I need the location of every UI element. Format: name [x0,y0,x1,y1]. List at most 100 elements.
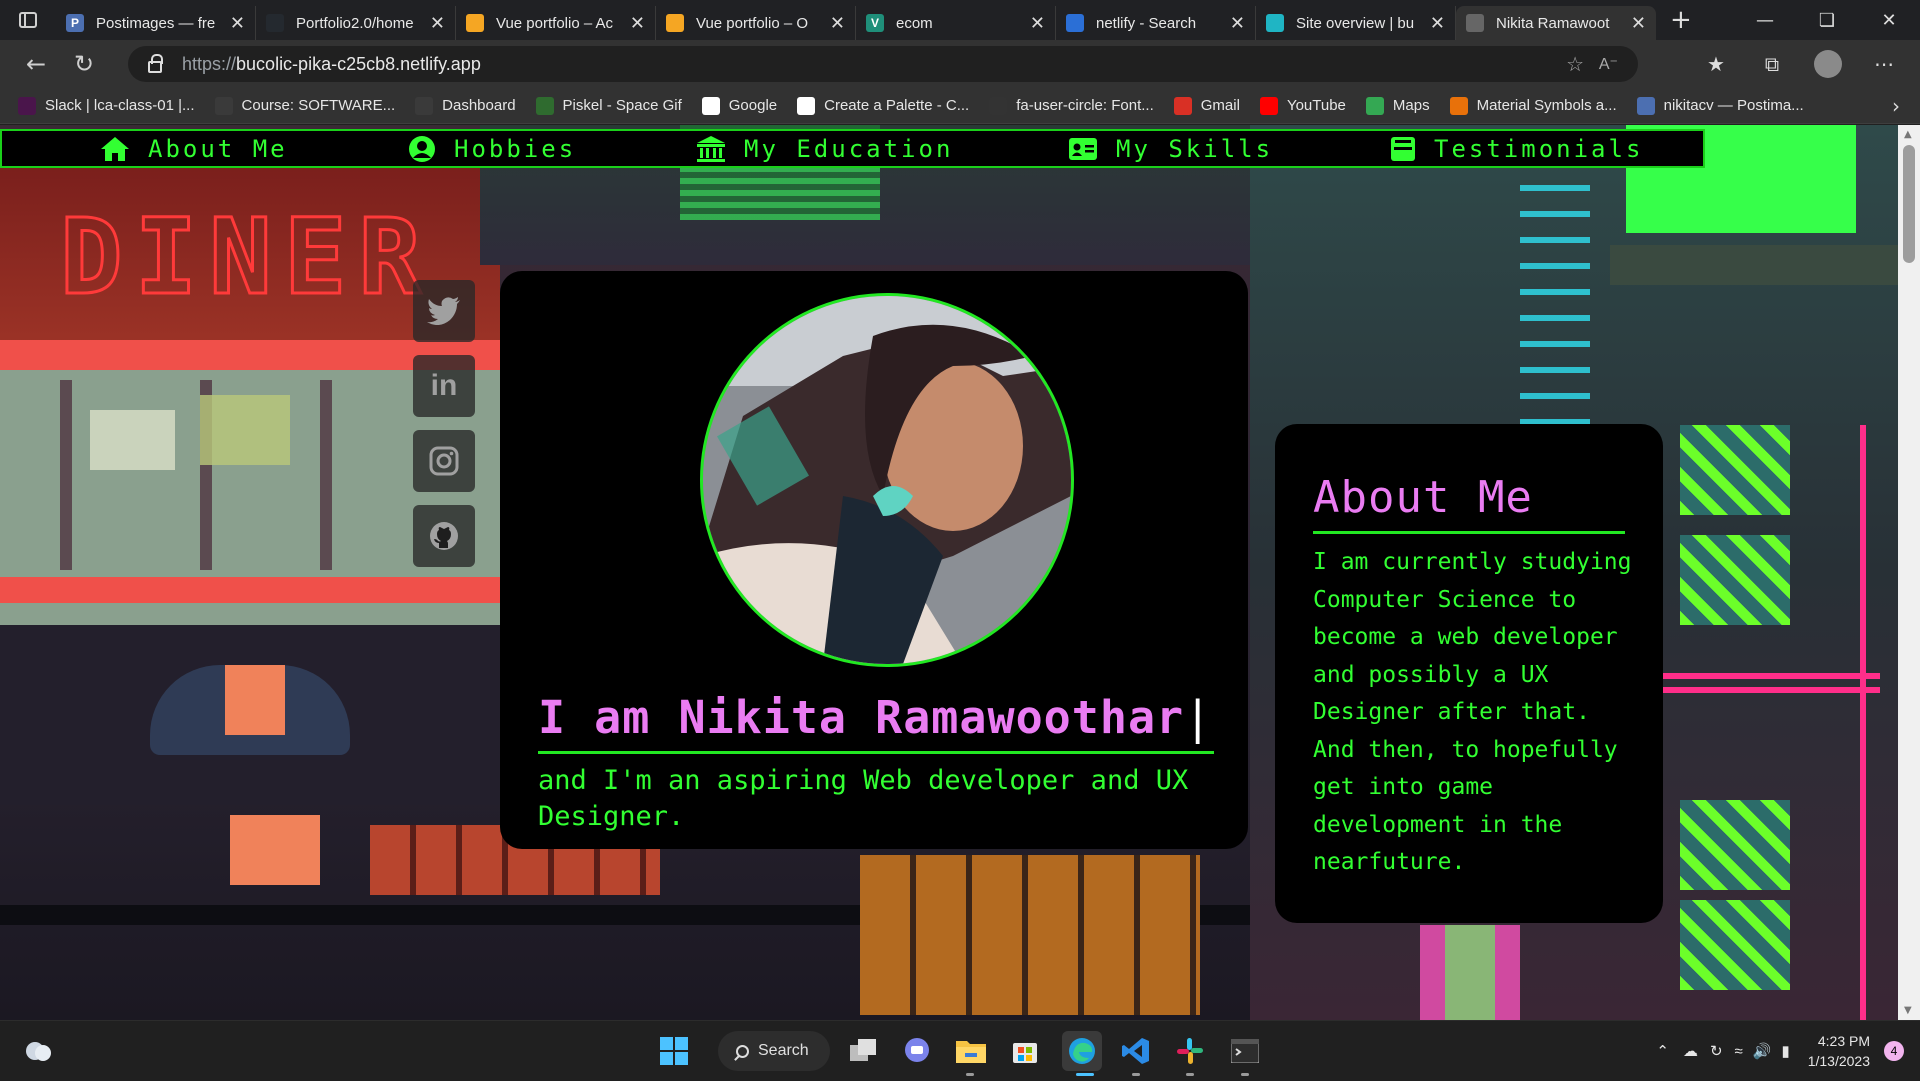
taskbar-search-label: Search [758,1042,809,1059]
bookmark-item[interactable]: Piskel - Space Gif [535,96,682,115]
tab-actions-button[interactable] [0,0,56,40]
profile-photo [700,293,1074,667]
restore-button[interactable]: ❏ [1796,0,1858,40]
vscode-icon [1122,1038,1149,1064]
scroll-down-arrow[interactable]: ▼ [1904,1005,1912,1016]
bookmark-item[interactable]: nikitacv — Postima... [1636,96,1804,115]
lock-icon [148,54,163,73]
close-tab-icon[interactable]: ✕ [630,13,645,34]
bookmark-item[interactable]: YouTube [1259,96,1346,115]
wifi-icon[interactable]: ≈ [1735,1043,1743,1060]
hero-tagline: and I'm an aspiring Web developer and UX… [538,765,1189,832]
nav-my-education[interactable]: My Education [696,135,953,163]
battery-icon[interactable]: ▮ [1781,1042,1789,1060]
bookmark-item[interactable]: Maps [1365,96,1430,115]
bookmark-item[interactable]: fa-user-circle: Font... [989,96,1154,115]
browser-tab[interactable]: Vue portfolio – Ac ✕ [456,6,656,40]
dashboard-icon [415,96,434,115]
scroll-thumb[interactable] [1903,145,1915,263]
nav-hobbies[interactable]: Hobbies [408,135,576,163]
tab-title: Vue portfolio – Ac [496,14,614,32]
bookmark-item[interactable]: Material Symbols a... [1449,96,1617,115]
bookmark-item[interactable]: Slack | lca-class-01 |... [18,96,195,115]
read-aloud-icon[interactable]: A⁻ [1599,54,1618,74]
instagram-icon [429,446,459,476]
bookmark-item[interactable]: Gmail [1173,96,1240,115]
github-link[interactable] [413,505,475,567]
firebase-icon [466,14,484,32]
home-icon [101,137,129,161]
add-favorite-icon[interactable]: ☆ [1566,52,1584,77]
github-icon [266,14,284,32]
slack-icon [18,96,36,115]
onedrive-icon[interactable]: ☁ [1683,1042,1698,1060]
url-field[interactable]: https://bucolic-pika-c25cb8.netlify.app … [128,46,1638,82]
vscode-button[interactable] [1116,1031,1156,1071]
store-button[interactable] [1005,1031,1045,1071]
start-button[interactable] [654,1031,694,1071]
typing-cursor: | [1184,691,1213,744]
volume-icon[interactable]: 🔊 [1753,1042,1772,1060]
tab-title: Nikita Ramawoot [1496,14,1610,32]
browser-tab[interactable]: Site overview | bu ✕ [1256,6,1456,40]
more-menu-icon[interactable]: ⋯ [1856,44,1912,84]
browser-tab[interactable]: Vecom ✕ [856,6,1056,40]
profile-button[interactable] [1800,44,1856,84]
bookmark-label: Piskel - Space Gif [562,97,682,114]
window-controls: — ❏ ✕ [1734,0,1920,40]
browser-tab[interactable]: netlify - Search ✕ [1056,6,1256,40]
refresh-button[interactable]: ↻ [62,44,106,84]
close-tab-icon[interactable]: ✕ [1030,13,1045,34]
bookmark-item[interactable]: Create a Palette - C... [797,96,969,115]
bookmark-item[interactable]: Google [701,96,777,115]
tab-title: ecom [896,14,933,32]
bookmark-item[interactable]: Dashboard [415,96,516,115]
running-indicator [966,1073,974,1076]
teams-chat-button[interactable] [897,1031,937,1071]
favorites-icon[interactable]: ★ [1688,44,1744,84]
bookmarks-overflow-icon[interactable]: › [1892,94,1900,118]
bing-search-icon [1066,14,1084,32]
linkedin-link[interactable]: in [413,355,475,417]
close-tab-icon[interactable]: ✕ [1430,13,1445,34]
sync-icon[interactable]: ↻ [1710,1042,1723,1060]
close-tab-icon[interactable]: ✕ [430,13,445,34]
tray-overflow-icon[interactable]: ⌃ [1656,1042,1669,1060]
browser-tab[interactable]: P Postimages — fre ✕ [56,6,256,40]
close-window-button[interactable]: ✕ [1858,0,1920,40]
page-scrollbar[interactable]: ▲ ▼ [1898,125,1920,1020]
task-view-button[interactable] [844,1031,884,1071]
nav-my-skills[interactable]: My Skills [1068,135,1273,163]
browser-tab[interactable]: Vue portfolio – O ✕ [656,6,856,40]
twitter-link[interactable] [413,280,475,342]
nav-label: Hobbies [454,135,577,163]
clock-date: 1/13/2023 [1807,1053,1870,1069]
instagram-link[interactable] [413,430,475,492]
close-tab-icon[interactable]: ✕ [1230,13,1245,34]
scroll-up-arrow[interactable]: ▲ [1904,129,1912,140]
edge-button[interactable] [1062,1031,1102,1071]
collections-icon[interactable]: ⧉ [1744,44,1800,84]
store-icon [1013,1043,1037,1063]
browser-tab[interactable]: Nikita Ramawoot ✕ [1456,6,1656,40]
tab-title: Site overview | bu [1296,14,1415,32]
slack-button[interactable] [1170,1031,1210,1071]
close-tab-icon[interactable]: ✕ [1631,13,1646,34]
notification-badge[interactable]: 4 [1884,1041,1904,1061]
nav-testimonials[interactable]: Testimonials [1390,135,1643,163]
bookmark-item[interactable]: Course: SOFTWARE... [214,96,395,115]
terminal-button[interactable] [1225,1031,1265,1071]
minimize-button[interactable]: — [1734,0,1796,40]
close-tab-icon[interactable]: ✕ [830,13,845,34]
new-tab-button[interactable]: + [1670,5,1692,35]
browser-tab[interactable]: Portfolio2.0/home ✕ [256,6,456,40]
slack-icon [1177,1038,1203,1064]
widgets-button[interactable] [18,1031,58,1071]
back-button[interactable]: ← [14,44,58,84]
close-tab-icon[interactable]: ✕ [230,13,245,34]
file-explorer-button[interactable] [951,1031,991,1071]
taskbar-search[interactable]: Search [718,1031,830,1071]
clock[interactable]: 4:23 PM 1/13/2023 [1808,1031,1870,1071]
nav-about-me[interactable]: About Me [100,135,288,163]
windows-taskbar: Search ⌃ ☁ ↻ ≈ 🔊 ▮ 4:23 PM 1/13/2023 4 [0,1020,1920,1080]
